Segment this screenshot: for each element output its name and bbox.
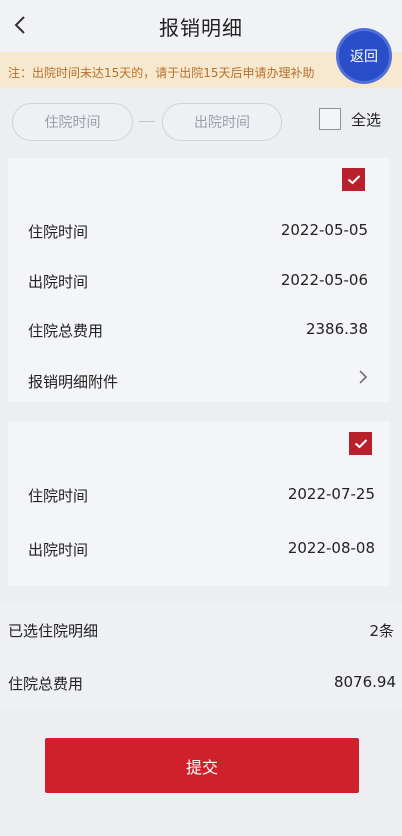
selected-count: 2条 (369, 622, 394, 640)
return-button[interactable]: 返回 (339, 31, 389, 81)
discharge-label: 出院时间 (28, 541, 89, 559)
admission-label: 住院时间 (28, 487, 89, 505)
total-cost-value: 8076.94 (333, 673, 396, 691)
admission-date-filter[interactable]: 住院时间 (12, 103, 133, 141)
select-all-label[interactable]: 全选 (351, 109, 381, 130)
check-icon (354, 439, 367, 449)
discharge-date-filter[interactable]: 出院时间 (162, 103, 282, 141)
discharge-date: 2022-08-08 (287, 539, 375, 557)
selected-label: 已选住院明细 (8, 622, 99, 640)
range-separator (139, 121, 155, 122)
summary-section: 已选住院明细 2条 住院总费用 8076.94 (0, 603, 402, 709)
total-cost-label: 住院总费用 (8, 675, 84, 693)
chevron-right-icon (358, 369, 368, 389)
record-checkbox[interactable] (342, 168, 365, 191)
record-checkbox[interactable] (349, 432, 372, 455)
admission-date: 2022-07-25 (287, 485, 375, 503)
record-card: 住院时间 2022-07-25 出院时间 2022-08-08 (8, 421, 390, 586)
submit-button[interactable]: 提交 (45, 738, 359, 793)
select-all-checkbox[interactable] (319, 108, 341, 130)
cost-value: 2386.38 (305, 320, 368, 338)
record-card: 住院时间 2022-05-05 出院时间 2022-05-06 住院总费用 23… (8, 158, 390, 402)
discharge-date: 2022-05-06 (280, 271, 368, 289)
discharge-label: 出院时间 (28, 273, 89, 291)
attachment-label: 报销明细附件 (28, 373, 119, 391)
admission-label: 住院时间 (28, 223, 89, 241)
page-title: 报销明细 (159, 16, 243, 40)
admission-date: 2022-05-05 (280, 221, 368, 239)
check-icon (347, 175, 360, 185)
cost-label: 住院总费用 (28, 322, 104, 340)
